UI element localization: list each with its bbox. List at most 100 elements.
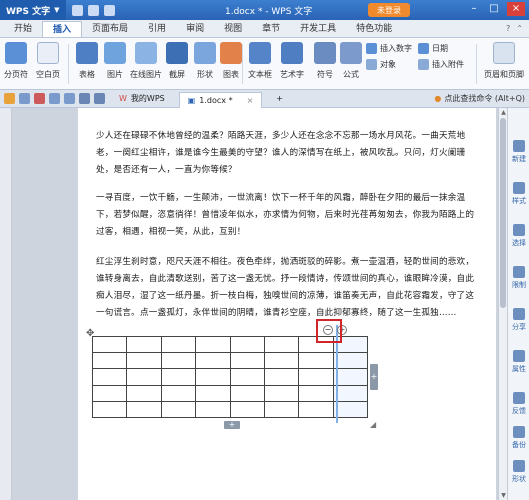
close-icon[interactable]: × — [507, 2, 525, 16]
save-icon[interactable] — [71, 4, 83, 16]
tab-page-layout[interactable]: 页面布局 — [82, 21, 138, 37]
open-icon[interactable] — [4, 93, 15, 104]
pdf-icon[interactable] — [34, 93, 45, 104]
table-cell[interactable] — [298, 384, 334, 402]
sidebar-item-properties[interactable]: 属性 — [508, 350, 529, 374]
table-cell[interactable] — [332, 368, 369, 386]
formula-button[interactable]: 公式 — [340, 42, 362, 80]
table-cell[interactable] — [195, 384, 231, 402]
table-cell[interactable] — [195, 352, 231, 370]
preview-icon[interactable] — [64, 93, 75, 104]
table-cell[interactable] — [229, 335, 265, 354]
screenshot-button[interactable]: 截屏 — [166, 42, 188, 80]
sidebar-item-backup[interactable]: 备份 — [508, 426, 529, 450]
help-icon[interactable]: ? — [506, 24, 510, 33]
symbol-button[interactable]: 符号 — [314, 42, 336, 80]
table-cell[interactable] — [126, 400, 162, 419]
tab-insert[interactable]: 插入 — [42, 21, 83, 37]
date-button[interactable]: 日期 — [418, 43, 448, 54]
app-menu-button[interactable]: WPS 文字 ▼ — [0, 0, 66, 20]
command-search[interactable]: ● 点此查找命令 (Alt+Q) — [434, 93, 525, 104]
document-page[interactable]: 少人还在碌碌不休地曾经的温柔？陌路天涯，多少人还在念念不忘那一场水月风花。一曲天… — [78, 108, 496, 500]
table-cell[interactable] — [263, 400, 300, 419]
table-cell[interactable] — [160, 368, 197, 386]
tab-home[interactable]: 开始 — [4, 21, 42, 37]
table-cell[interactable] — [298, 368, 334, 386]
new-tab-button[interactable]: + — [268, 91, 291, 107]
undo-icon[interactable] — [79, 93, 90, 104]
table-button[interactable]: 表格 — [76, 42, 98, 80]
tab-review[interactable]: 审阅 — [176, 21, 214, 37]
header-footer-button[interactable]: 页眉和页脚 — [484, 42, 524, 80]
table-cell[interactable] — [332, 400, 369, 419]
table[interactable] — [91, 335, 369, 419]
tab-sections[interactable]: 章节 — [252, 21, 290, 37]
insert-row-button[interactable]: + — [224, 421, 240, 429]
tab-features[interactable]: 特色功能 — [346, 21, 402, 37]
sidebar-item-restrict[interactable]: 限制 — [508, 266, 529, 290]
table-cell[interactable] — [298, 400, 334, 419]
table-cell[interactable] — [160, 384, 197, 402]
table-cell[interactable] — [229, 384, 265, 402]
insert-number-button[interactable]: 插入数字 — [366, 43, 412, 54]
scrollbar-thumb[interactable] — [500, 118, 506, 308]
table-cell[interactable] — [229, 368, 265, 386]
table-cell[interactable] — [91, 368, 128, 386]
tab-my-wps[interactable]: W 我的WPS — [111, 91, 173, 107]
tab-references[interactable]: 引用 — [138, 21, 176, 37]
vertical-scrollbar[interactable]: ▲ ▼ — [498, 108, 507, 500]
picture-button[interactable]: 图片 — [104, 42, 126, 80]
table-cell[interactable] — [298, 352, 334, 370]
table-cell[interactable] — [91, 335, 128, 354]
table-cell[interactable] — [126, 368, 162, 386]
sidebar-item-share[interactable]: 分享 — [508, 308, 529, 332]
insert-column-button[interactable]: + — [370, 364, 378, 390]
page-break-button[interactable]: 分页符 — [4, 42, 28, 80]
table-cell[interactable] — [160, 352, 197, 370]
collapse-ribbon-icon[interactable]: ⌃ — [516, 24, 523, 33]
redo-icon[interactable] — [103, 4, 115, 16]
table-cell[interactable] — [263, 384, 300, 402]
object-button[interactable]: 对象 — [366, 59, 396, 70]
table-cell[interactable] — [91, 352, 128, 370]
blank-page-button[interactable]: 空白页 — [36, 42, 60, 80]
table-cell[interactable] — [263, 368, 300, 386]
table-cell[interactable] — [126, 352, 162, 370]
paragraph[interactable]: 少人还在碌碌不休地曾经的温柔？陌路天涯，多少人还在念念不忘那一场水月风花。一曲天… — [96, 128, 480, 179]
tab-developer[interactable]: 开发工具 — [290, 21, 346, 37]
table-cell[interactable] — [263, 352, 300, 370]
save-icon[interactable] — [19, 93, 30, 104]
sidebar-item-feedback[interactable]: 反馈 — [508, 392, 529, 416]
table-cell[interactable] — [160, 335, 197, 354]
table-cell[interactable] — [195, 368, 231, 386]
wordart-button[interactable]: 艺术字 — [280, 42, 304, 80]
sidebar-item-select[interactable]: 选择 — [508, 224, 529, 248]
table-resize-handle[interactable]: ◢ — [370, 420, 376, 429]
sidebar-item-style[interactable]: 样式 — [508, 182, 529, 206]
undo-icon[interactable] — [87, 4, 99, 16]
textbox-button[interactable]: 文本框 — [248, 42, 272, 80]
table-cell[interactable] — [91, 400, 128, 419]
table-cell[interactable] — [229, 400, 265, 419]
tab-document[interactable]: ▣ 1.docx * × — [178, 91, 263, 108]
close-tab-icon[interactable]: × — [247, 96, 254, 105]
table-cell[interactable] — [263, 335, 300, 354]
table-cell[interactable] — [91, 384, 128, 402]
table-cell[interactable] — [332, 352, 369, 370]
table-cell[interactable] — [126, 335, 162, 354]
online-picture-button[interactable]: 在线图片 — [130, 42, 162, 80]
print-icon[interactable] — [49, 93, 60, 104]
shapes-button[interactable]: 形状 — [194, 42, 216, 80]
maximize-icon[interactable]: □ — [487, 2, 501, 16]
tab-view[interactable]: 视图 — [214, 21, 252, 37]
redo-icon[interactable] — [94, 93, 105, 104]
minimize-icon[interactable]: – — [467, 2, 481, 16]
table-cell[interactable] — [195, 335, 231, 354]
table-cell[interactable] — [229, 352, 265, 370]
paragraph[interactable]: 红尘浮生刹时意，咫尺天涯不相往。夜色牵绊，抛洒斑驳的碎影。煮一壶温酒，轻酌世间的… — [96, 254, 480, 322]
table-cell[interactable] — [195, 400, 231, 419]
table-cell[interactable] — [126, 384, 162, 402]
chart-button[interactable]: 图表 — [220, 42, 242, 80]
login-button[interactable]: 未登录 — [368, 3, 410, 17]
sidebar-item-shape[interactable]: 形状 — [508, 460, 529, 484]
